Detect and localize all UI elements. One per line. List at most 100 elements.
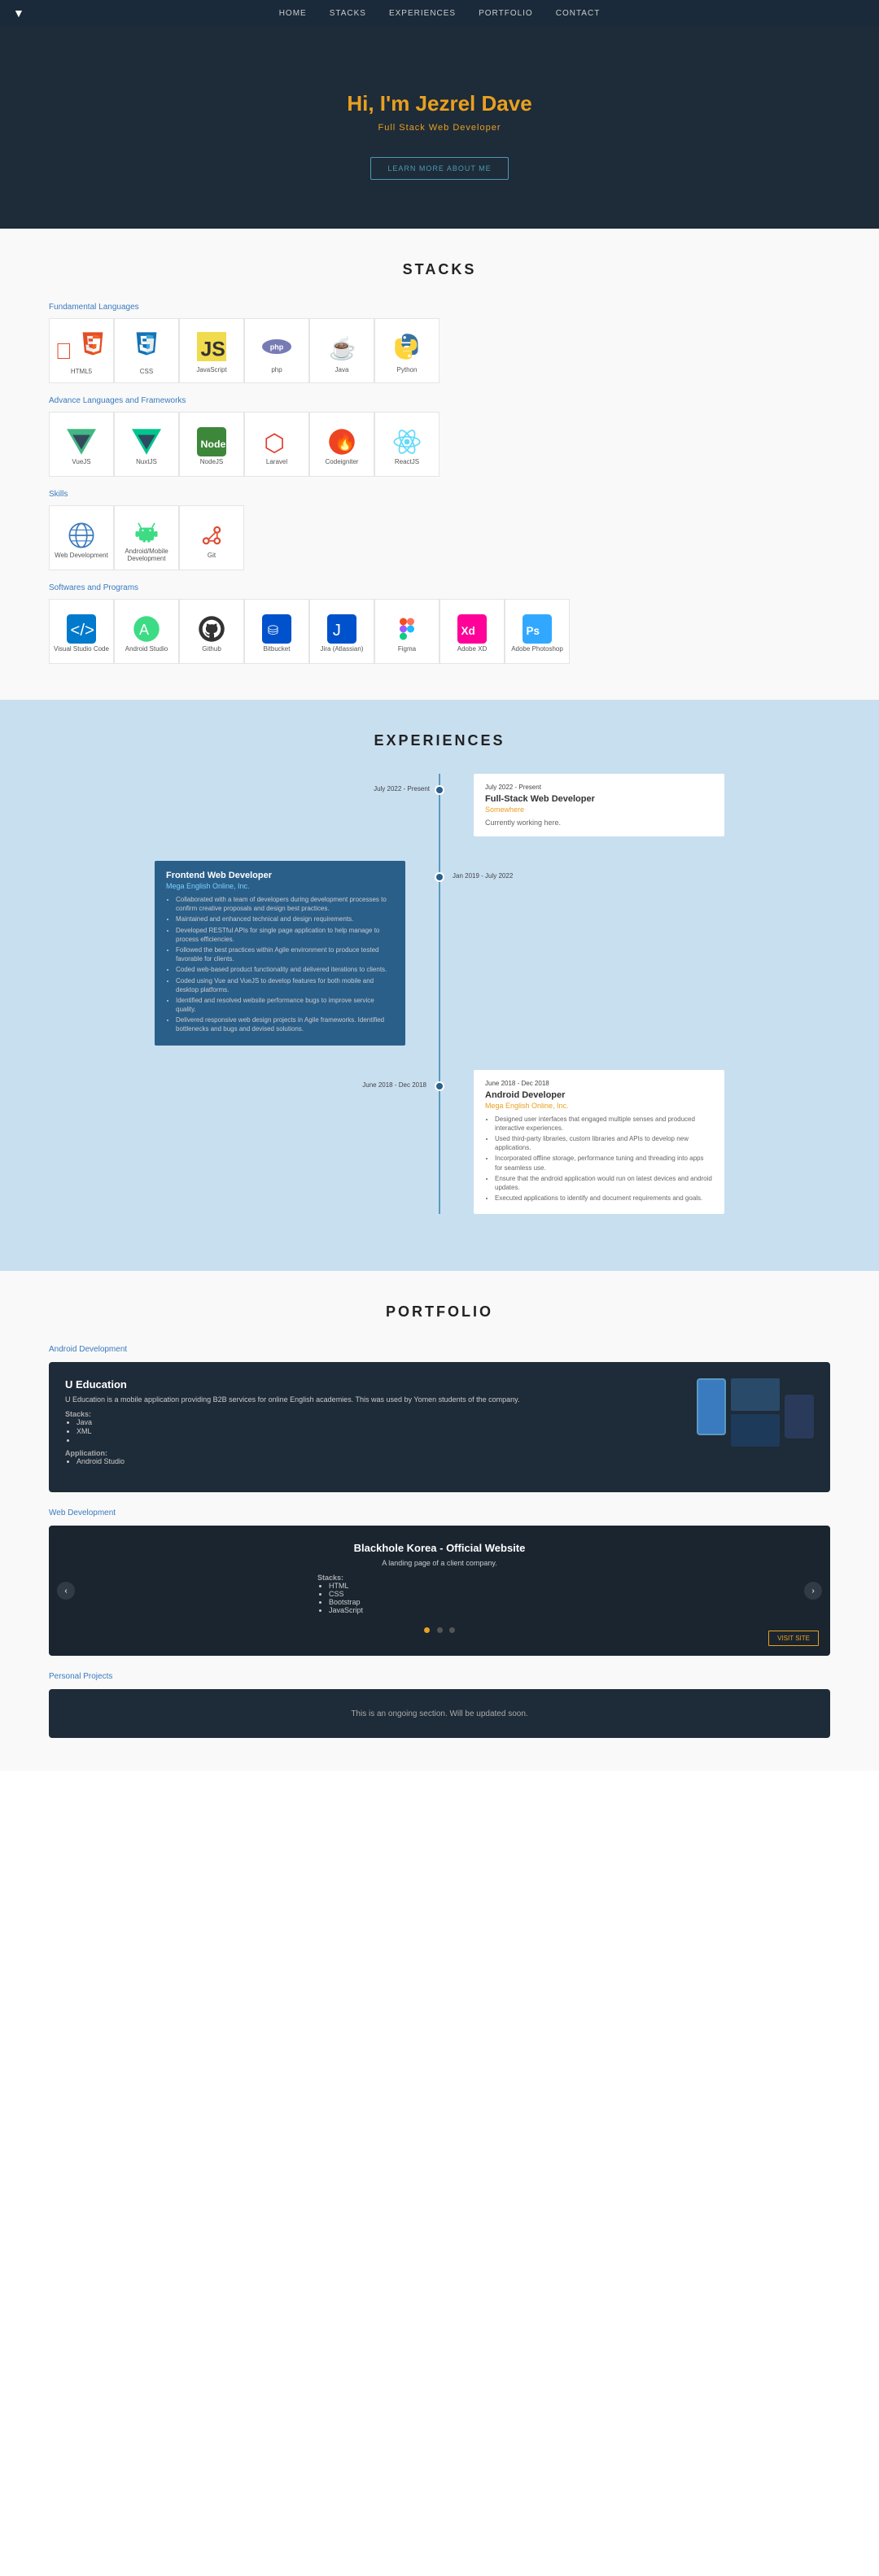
codeigniter-icon: 🔥 bbox=[327, 427, 356, 458]
android-icon bbox=[132, 517, 161, 548]
nav-experiences[interactable]: EXPERIENCES bbox=[389, 9, 456, 18]
stack-adobeps: Ps Adobe Photoshop bbox=[505, 599, 570, 664]
android2-icon: A bbox=[132, 614, 161, 645]
stack-git: Git bbox=[179, 505, 244, 570]
timeline-company-frontend: Mega English Online, Inc. bbox=[166, 882, 394, 890]
carousel-navigation: ‹ › bbox=[57, 1582, 822, 1600]
timeline-bullet-f8: Delivered responsive web design projects… bbox=[176, 1015, 394, 1033]
nav-stacks[interactable]: STACKS bbox=[330, 9, 366, 18]
stack-js: JS JavaScript bbox=[179, 318, 244, 383]
timeline-title-fullstack: Full-Stack Web Developer bbox=[485, 794, 713, 804]
timeline-date-android: June 2018 - Dec 2018 bbox=[362, 1081, 440, 1089]
timeline-dot-0 bbox=[435, 785, 444, 795]
git-icon bbox=[197, 521, 226, 552]
portfolio-blackhole-name: Blackhole Korea - Official Website bbox=[317, 1542, 562, 1554]
hero-heading: Hi, I'm Jezrel Dave bbox=[347, 91, 531, 116]
timeline-card-fullstack: July 2022 - Present Full-Stack Web Devel… bbox=[474, 774, 724, 836]
portfolio-card-blackhole: Blackhole Korea - Official Website A lan… bbox=[49, 1526, 830, 1656]
carousel-prev-button[interactable]: ‹ bbox=[57, 1582, 75, 1600]
stack-vscode-label: Visual Studio Code bbox=[54, 645, 109, 653]
portfolio-ueducation-stacks: Java XML bbox=[65, 1418, 680, 1444]
svg-text:Node: Node bbox=[201, 438, 226, 449]
ongoing-text: This is an ongoing section. Will be upda… bbox=[351, 1709, 527, 1718]
timeline-bullet-f4: Followed the best practices within Agile… bbox=[176, 945, 394, 963]
stack-androidstudio-label: Android Studio bbox=[125, 645, 168, 653]
learn-more-button[interactable]: LEARN MORE ABOUT ME bbox=[370, 157, 508, 180]
stack-js-label: JavaScript bbox=[196, 366, 226, 373]
stack-codeigniter-label: Codeigniter bbox=[326, 458, 359, 465]
portfolio-ueducation-app-label: Application: bbox=[65, 1449, 680, 1457]
stack-nuxtjs-label: NuxtJS bbox=[136, 458, 157, 465]
nuxtjs-icon bbox=[132, 427, 161, 458]
stack-css3: CSS bbox=[114, 318, 179, 383]
visit-site-button[interactable]: VISIT SITE bbox=[768, 1631, 819, 1646]
stack-jira-label: Jira (Atlassian) bbox=[321, 645, 364, 653]
portfolio-blackhole-stacks-label: Stacks: bbox=[317, 1574, 562, 1582]
portfolio-title: PORTFOLIO bbox=[49, 1303, 830, 1321]
nav-home[interactable]: HOME bbox=[279, 9, 307, 18]
stack-grid-advanced: VueJS NuxtJS Node NodeJS ⬡ Laravel 🔥 Cod… bbox=[49, 412, 830, 477]
stack-java-label: Java bbox=[335, 366, 349, 373]
timeline-bullet-a4: Ensure that the android application woul… bbox=[495, 1174, 713, 1192]
stack-nodejs: Node NodeJS bbox=[179, 412, 244, 477]
svg-text:🔥: 🔥 bbox=[335, 431, 355, 451]
timeline-bullet-f3: Developed RESTful APIs for single page a… bbox=[176, 926, 394, 944]
stack-figma: Figma bbox=[374, 599, 440, 664]
js-icon: JS bbox=[197, 332, 226, 363]
svg-text:JS: JS bbox=[201, 338, 225, 360]
timeline-company-android: Mega English Online, Inc. bbox=[485, 1102, 713, 1110]
stack-laravel: ⬡ Laravel bbox=[244, 412, 309, 477]
portfolio-card-ueducation: U Education U Education is a mobile appl… bbox=[49, 1362, 830, 1492]
timeline-bullet-a2: Used third-party libraries, custom libra… bbox=[495, 1134, 713, 1152]
stack-android-label: Android/Mobile Development bbox=[118, 548, 175, 562]
timeline-bullet-a1: Designed user interfaces that engaged mu… bbox=[495, 1115, 713, 1133]
stack-react: ReactJS bbox=[374, 412, 440, 477]
svg-text:J: J bbox=[333, 621, 341, 639]
ueducation-tablet-mockup bbox=[785, 1395, 814, 1439]
timeline-bullet-a3: Incorporated offline storage, performanc… bbox=[495, 1154, 713, 1172]
php-icon: php bbox=[262, 332, 291, 363]
stack-category-software: Softwares and Programs bbox=[49, 583, 830, 592]
stack-grid-fundamental:  HTML5 CSS JS JavaScript php php ☕ bbox=[49, 318, 830, 383]
portfolio-card-ongoing: This is an ongoing section. Will be upda… bbox=[49, 1689, 830, 1738]
portfolio-category-personal: Personal Projects bbox=[49, 1672, 830, 1681]
stack-grid-skills: Web Development Android/Mobile Developme… bbox=[49, 505, 830, 570]
portfolio-ueducation-stacks-label: Stacks: bbox=[65, 1410, 680, 1418]
stack-bitbucket: ⛁ Bitbucket bbox=[244, 599, 309, 664]
timeline-dot-1 bbox=[435, 872, 444, 882]
carousel-next-button[interactable]: › bbox=[804, 1582, 822, 1600]
ueducation-screen-1 bbox=[731, 1378, 780, 1411]
timeline-title-android: Android Developer bbox=[485, 1090, 713, 1100]
stack-nuxtjs: NuxtJS bbox=[114, 412, 179, 477]
svg-text:</>: </> bbox=[71, 621, 94, 639]
carousel-dot-2 bbox=[437, 1627, 443, 1633]
bitbucket-icon: ⛁ bbox=[262, 614, 291, 645]
stack-androidstudio: A Android Studio bbox=[114, 599, 179, 664]
stack-grid-software: </> Visual Studio Code A Android Studio … bbox=[49, 599, 830, 664]
github-icon bbox=[197, 614, 226, 645]
stack-python: Python bbox=[374, 318, 440, 383]
stack-category-advanced: Advance Languages and Frameworks bbox=[49, 396, 830, 405]
stack-react-label: ReactJS bbox=[395, 458, 419, 465]
jira-icon: J bbox=[327, 614, 356, 645]
portfolio-blackhole-desc: A landing page of a client company. bbox=[317, 1559, 562, 1567]
timeline-item-fullstack: July 2022 - Present July 2022 - Present … bbox=[155, 774, 724, 836]
stack-webdev-label: Web Development bbox=[55, 552, 108, 559]
svg-text:⬡: ⬡ bbox=[264, 430, 285, 456]
stack-php-label: php bbox=[271, 366, 282, 373]
nav-contact[interactable]: CONTACT bbox=[556, 9, 601, 18]
timeline-bullet-f7: Identified and resolved website performa… bbox=[176, 996, 394, 1014]
stack-css3-label: CSS bbox=[140, 368, 153, 375]
stack-vuejs-label: VueJS bbox=[72, 458, 90, 465]
timeline-card-frontend: Frontend Web Developer Mega English Onli… bbox=[155, 861, 405, 1046]
timeline-dot-2 bbox=[435, 1081, 444, 1091]
react-icon bbox=[392, 427, 422, 458]
vscode-icon: </> bbox=[67, 614, 96, 645]
stack-adobexd-label: Adobe XD bbox=[457, 645, 487, 653]
ueducation-phone-mockup bbox=[697, 1378, 726, 1435]
stack-android: Android/Mobile Development bbox=[114, 505, 179, 570]
hero-name: Jezrel Dave bbox=[416, 91, 532, 116]
nodejs-icon: Node bbox=[197, 427, 226, 458]
nav-portfolio[interactable]: PORTFOLIO bbox=[479, 9, 533, 18]
stack-adobexd: Xd Adobe XD bbox=[440, 599, 505, 664]
